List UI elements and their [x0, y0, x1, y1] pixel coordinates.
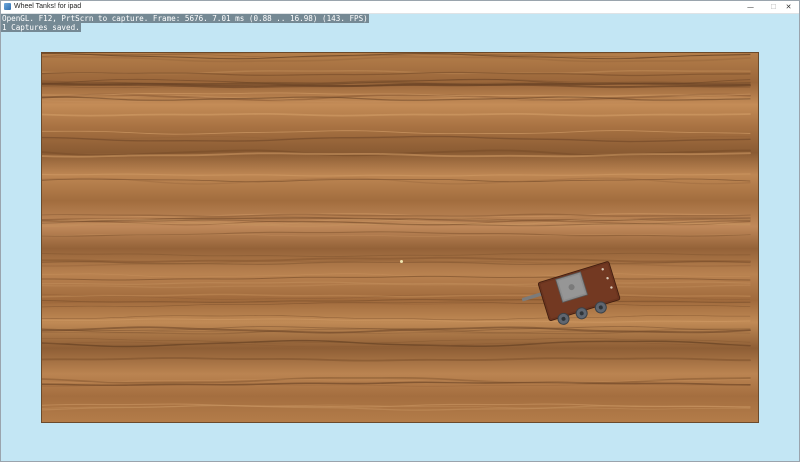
- wood-texture: [42, 53, 758, 422]
- close-button[interactable]: ✕: [777, 1, 799, 13]
- game-window: Wheel Tanks! for ipad — ☐ ✕ OpenGL. F12,…: [0, 0, 800, 462]
- title-bar[interactable]: Wheel Tanks! for ipad — ☐ ✕: [1, 1, 799, 14]
- window-title: Wheel Tanks! for ipad: [14, 3, 82, 10]
- wood-grain-line: [42, 112, 751, 117]
- wooden-game-board[interactable]: [41, 52, 759, 423]
- center-marker: [400, 260, 403, 263]
- minimize-button[interactable]: —: [739, 1, 762, 13]
- game-viewport[interactable]: OpenGL. F12, PrtScrn to capture. Frame: …: [1, 14, 799, 461]
- player-tank[interactable]: [522, 258, 632, 338]
- app-icon: [4, 3, 11, 10]
- hud-status-text: OpenGL. F12, PrtScrn to capture. Frame: …: [1, 14, 369, 23]
- hud-capture-text: 1 Captures saved.: [1, 23, 81, 32]
